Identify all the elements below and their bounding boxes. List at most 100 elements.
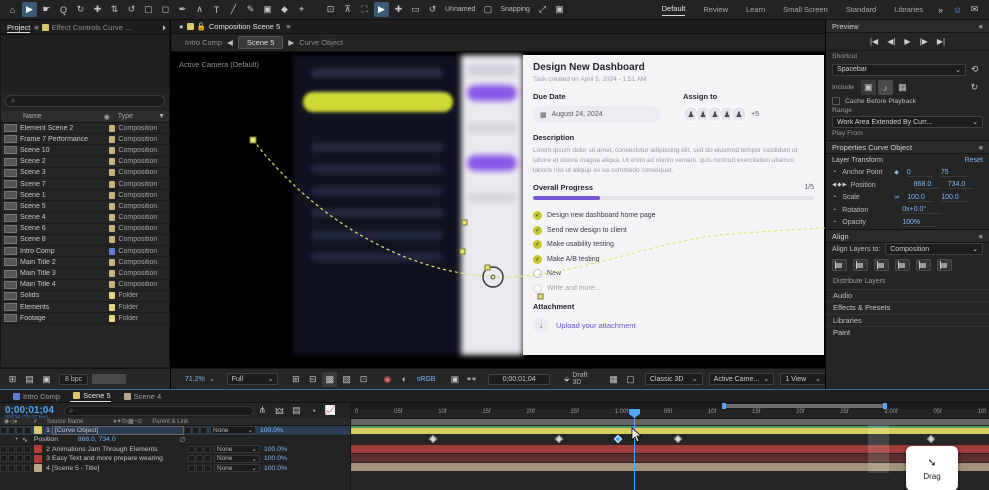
layer-row-4[interactable]: 4 [Scene 5 - Title] None⌄ 100.0% — [0, 464, 350, 474]
property-value[interactable]: 868.0 — [914, 181, 940, 189]
workspace-tab[interactable]: Default — [662, 4, 686, 16]
parent-select[interactable]: None⌄ — [210, 426, 256, 434]
panel-arrow-icon[interactable]: ⏵ — [162, 23, 166, 33]
workspace-tab[interactable]: Small Screen — [783, 5, 828, 14]
collapsed-panel-tab[interactable]: Libraries — [826, 314, 989, 327]
work-area-bar[interactable] — [351, 419, 989, 425]
person-icon[interactable]: ☺ — [950, 2, 965, 17]
project-item[interactable]: Scene 4 Composition — [1, 213, 169, 224]
channel-rgb-icon[interactable]: ◉ — [380, 372, 395, 387]
project-item[interactable]: Main Title 3 Composition — [1, 268, 169, 279]
project-item[interactable]: Scene 3 Composition — [1, 168, 169, 179]
item-label-chip[interactable] — [109, 214, 116, 221]
tool-button[interactable]: ◆ — [277, 2, 292, 17]
property-value[interactable]: 75 — [941, 169, 967, 177]
layer-bar-4[interactable] — [351, 463, 989, 471]
project-item[interactable]: Scene 7 Composition — [1, 179, 169, 190]
ground-plane-icon[interactable]: ▦ — [606, 372, 621, 387]
checklist-item[interactable]: ✓ Send new design to client — [533, 223, 814, 238]
align-menu-icon[interactable]: ≡ — [979, 232, 983, 241]
transport-button[interactable]: ◀| — [887, 37, 895, 46]
collapsed-panel-tab[interactable]: Audio — [826, 289, 989, 302]
stopwatch-icon[interactable]: ◔ — [832, 169, 836, 176]
property-value[interactable]: 100.0 — [941, 194, 967, 202]
move-icon[interactable]: ✚ — [391, 2, 406, 17]
item-label-chip[interactable] — [109, 147, 116, 154]
item-label-chip[interactable] — [109, 259, 116, 266]
stretch-value[interactable]: 100.0% — [264, 446, 287, 453]
properties-header[interactable]: Properties Curve Object — [832, 143, 912, 152]
label-column-icon[interactable]: ◉ — [104, 113, 110, 121]
layer-name[interactable]: [Curve Object] — [52, 426, 184, 435]
parent-select[interactable]: None⌄ — [214, 445, 260, 453]
align-left-icon[interactable] — [832, 259, 847, 271]
renderer-select[interactable]: Classic 3D⌄ — [645, 373, 703, 385]
layer-name[interactable]: [Scene 5 - Title] — [52, 465, 188, 472]
checkbox-icon[interactable]: ✓ — [533, 255, 542, 264]
keyframe-icon[interactable] — [927, 435, 935, 443]
property-value[interactable]: 734.0 — [948, 181, 974, 189]
extended-viewer-icon[interactable]: ▢ — [623, 372, 638, 387]
project-item[interactable]: Intro Comp Composition — [1, 246, 169, 257]
tool-button[interactable]: ▶ — [22, 2, 37, 17]
workspace-overflow-icon[interactable]: » — [933, 2, 948, 17]
checklist-item[interactable]: Write and more... — [533, 281, 814, 296]
checkbox-icon[interactable] — [533, 284, 542, 293]
item-label-chip[interactable] — [109, 192, 116, 199]
column-parent-link[interactable]: Parent & Link — [152, 419, 188, 425]
lock-icon[interactable]: 🔓 — [197, 22, 206, 31]
shy-icon[interactable]: 🜲 — [272, 403, 287, 418]
project-item[interactable]: Scene 6 Composition — [1, 224, 169, 235]
project-search-input[interactable]: ⌕ — [5, 95, 165, 107]
snapshot-icon[interactable]: ▣ — [447, 372, 462, 387]
transport-button[interactable]: ▶ — [904, 37, 910, 46]
tool-button[interactable]: ↻ — [73, 2, 88, 17]
ruler-icon[interactable]: ⊡ — [356, 372, 371, 387]
anchor-point-icon[interactable]: ⊡ — [323, 2, 338, 17]
shortcut-select[interactable]: Spacebar⌄ — [832, 64, 966, 76]
expand-icon[interactable]: ⤢ — [535, 2, 550, 17]
loop-icon[interactable]: ↻ — [967, 80, 982, 95]
item-label-chip[interactable] — [109, 248, 116, 255]
project-column-header[interactable]: Name ◉ Type ▼ — [1, 111, 169, 123]
property-row-scale[interactable]: ◔ Scale ∞ 100.0 100.0 — [826, 192, 989, 205]
zoom-caret-icon[interactable]: ⌄ — [209, 375, 215, 383]
new-folder-icon[interactable]: ▤ — [22, 372, 37, 387]
motion-blur-icon[interactable]: ◔ — [306, 403, 321, 418]
tool-button[interactable]: ◻ — [158, 2, 173, 17]
align-top-icon[interactable] — [895, 259, 910, 271]
item-label-chip[interactable] — [109, 169, 116, 176]
property-row-position[interactable]: ◀◆▶ Position 868.0 734.0 — [826, 179, 989, 192]
grid-guides-icon[interactable]: ⊞ — [288, 372, 303, 387]
chat-icon[interactable]: ✉ — [967, 2, 982, 17]
exposure-icon[interactable]: ◐ — [397, 372, 412, 387]
position-value[interactable]: 868.0, 734.0 — [78, 436, 116, 443]
camera-select[interactable]: Active Came...⌄ — [709, 373, 775, 385]
include-audio-icon[interactable]: ♪ — [878, 80, 893, 95]
tool-button[interactable]: T — [209, 2, 224, 17]
region-of-interest-icon[interactable]: ▩ — [322, 372, 337, 387]
avatar[interactable]: ♟ — [731, 106, 747, 122]
interpret-footage-icon[interactable]: ⊞ — [5, 372, 20, 387]
resolution-select[interactable]: Full⌄ — [227, 373, 279, 385]
keyframe-nav-icons[interactable]: ◀◆▶ — [832, 182, 848, 188]
project-item[interactable]: Main Title 4 Composition — [1, 280, 169, 291]
parent-select[interactable]: None⌄ — [214, 455, 260, 463]
property-value[interactable]: 0x+0.0° — [902, 206, 942, 214]
range-select[interactable]: Work Area Extended By Curr...⌄ — [832, 116, 983, 128]
tool-button[interactable]: ∧ — [192, 2, 207, 17]
tab-composition[interactable]: Composition Scene 5 — [209, 22, 280, 31]
checklist-item[interactable]: New — [533, 266, 814, 281]
playhead-line[interactable] — [634, 409, 635, 490]
comp-mini-flowchart-icon[interactable]: ⋔ — [255, 403, 270, 418]
filter-icon[interactable]: ▼ — [158, 113, 165, 120]
tool-button[interactable]: ↺ — [124, 2, 139, 17]
item-label-chip[interactable] — [109, 315, 116, 322]
item-label-chip[interactable] — [109, 292, 116, 299]
breadcrumb-next-icon[interactable]: ▶ — [288, 38, 294, 47]
stretch-value[interactable]: 100.0% — [264, 465, 287, 472]
bounds-icon[interactable]: ▭ — [408, 2, 423, 17]
project-item[interactable]: Scene 8 Composition — [1, 235, 169, 246]
breadcrumb-prev-icon[interactable]: ◀ — [227, 38, 233, 47]
property-value[interactable]: 0 — [907, 169, 933, 177]
